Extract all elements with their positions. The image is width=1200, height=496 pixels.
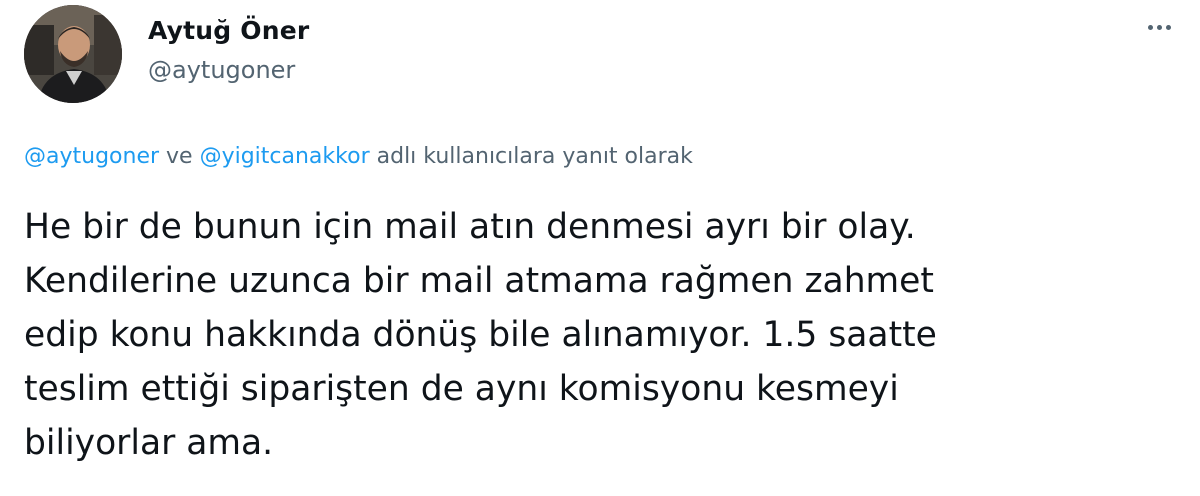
author-info: Aytuğ Öner @aytugoner <box>148 14 309 87</box>
avatar[interactable] <box>24 5 122 103</box>
tweet-text: He bir de bunun için mail atın denmesi a… <box>24 207 937 463</box>
author-display-name[interactable]: Aytuğ Öner <box>148 14 309 48</box>
reply-suffix: adlı kullanıcılara yanıt olarak <box>369 144 693 169</box>
reply-conjunction: ve <box>159 144 200 169</box>
ellipsis-icon-dot <box>1165 24 1171 30</box>
reply-mention-aytugoner[interactable]: @aytugoner <box>24 144 159 169</box>
ellipsis-icon-dot <box>1156 24 1162 30</box>
tweet: Aytuğ Öner @aytugoner @aytugoner ve @yig… <box>0 0 1200 496</box>
avatar-image <box>24 5 122 103</box>
reply-context: @aytugoner ve @yigitcanakkor adlı kullan… <box>24 140 693 174</box>
reply-mention-yigitcanakkor[interactable]: @yigitcanakkor <box>200 144 370 169</box>
author-handle[interactable]: @aytugoner <box>148 53 309 87</box>
more-options-button[interactable] <box>1136 12 1182 42</box>
ellipsis-icon-dot <box>1147 24 1153 30</box>
